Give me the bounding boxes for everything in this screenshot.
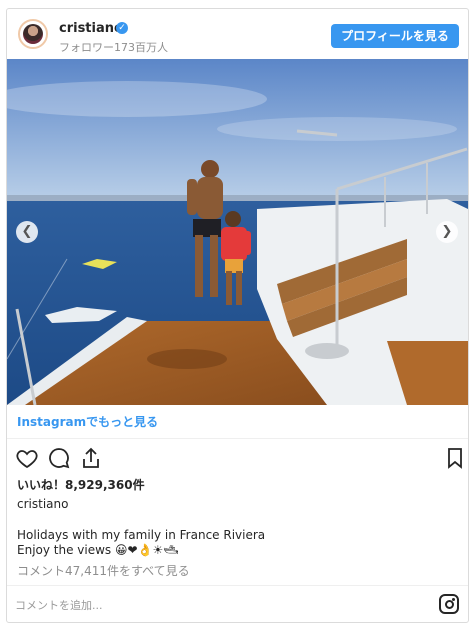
divider bbox=[7, 585, 468, 586]
like-count: いいね！8,929,360件 bbox=[17, 478, 145, 492]
chevron-right-icon: ❯ bbox=[441, 224, 453, 239]
next-photo-button[interactable]: ❯ bbox=[436, 221, 458, 243]
share-icon[interactable] bbox=[79, 446, 105, 472]
post-photo[interactable]: ❮ ❯ bbox=[7, 59, 468, 405]
caption-username[interactable]: cristiano bbox=[17, 497, 68, 511]
add-comment-input[interactable]: コメントを追加... bbox=[15, 597, 103, 613]
divider bbox=[7, 438, 468, 439]
view-more-on-instagram-link[interactable]: Instagramでもっと見る bbox=[17, 413, 158, 430]
instagram-embed-card: cristiano ✓ フォロワー173百万人 プロフィールを見る ❮ ❯ In… bbox=[6, 8, 469, 623]
verified-badge-icon: ✓ bbox=[116, 22, 128, 34]
view-all-comments-link[interactable]: コメント47,411件をすべて見る bbox=[17, 562, 190, 579]
caption-line: Holidays with my family in France Rivier… bbox=[17, 528, 266, 542]
prev-photo-button[interactable]: ❮ bbox=[16, 221, 38, 243]
heart-icon[interactable] bbox=[15, 446, 41, 472]
follower-count: フォロワー173百万人 bbox=[59, 41, 168, 54]
comment-icon[interactable] bbox=[47, 446, 73, 472]
avatar-image bbox=[23, 24, 43, 44]
post-header: cristiano ✓ フォロワー173百万人 プロフィールを見る bbox=[7, 9, 468, 59]
caption-line: Enjoy the views 😀❤👌☀🛥 bbox=[17, 543, 179, 557]
chevron-left-icon: ❮ bbox=[21, 224, 33, 239]
instagram-logo-icon[interactable] bbox=[439, 594, 459, 614]
username[interactable]: cristiano bbox=[59, 21, 123, 36]
avatar[interactable] bbox=[18, 19, 48, 49]
bookmark-icon[interactable] bbox=[443, 446, 468, 472]
photo-illustration bbox=[7, 59, 468, 405]
view-profile-button[interactable]: プロフィールを見る bbox=[331, 24, 459, 48]
